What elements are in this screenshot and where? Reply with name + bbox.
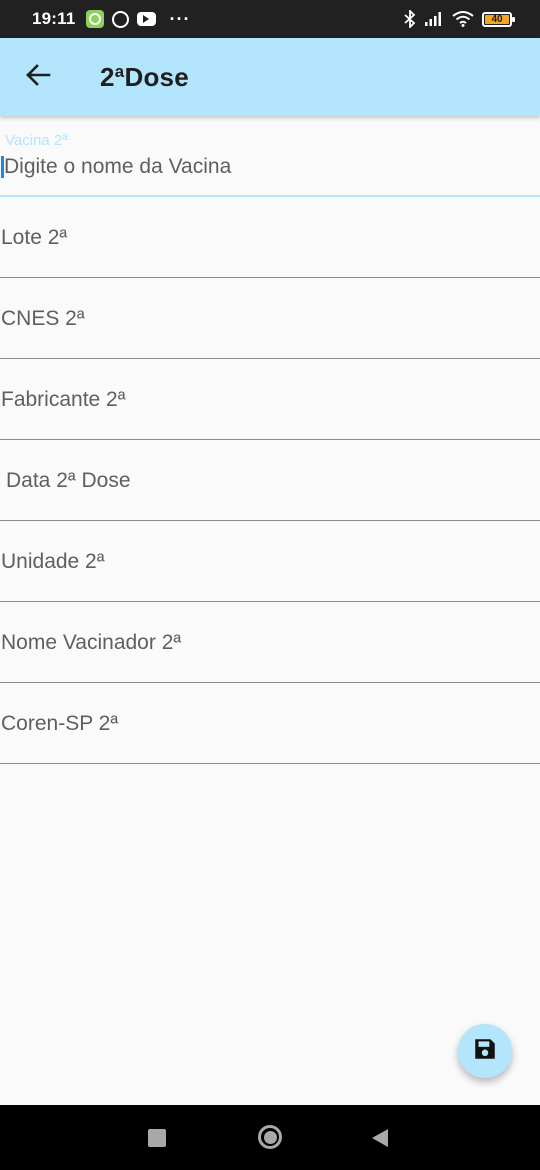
page-title: 2ªDose [100, 61, 189, 92]
manufacturer-field[interactable]: Fabricante 2ª [0, 359, 540, 440]
dose-date-field[interactable]: Data 2ª Dose [0, 440, 540, 521]
home-circle-icon[interactable] [258, 1125, 282, 1149]
dose-date-placeholder: Data 2ª Dose [6, 469, 131, 492]
arrow-left-icon [25, 63, 51, 91]
unit-field[interactable]: Unidade 2ª [0, 521, 540, 602]
cnes-field[interactable]: CNES 2ª [0, 278, 540, 359]
bluetooth-icon [404, 10, 416, 28]
back-triangle-icon[interactable] [372, 1129, 388, 1147]
vaccinator-name-field[interactable]: Nome Vacinador 2ª [0, 602, 540, 683]
app-bar: 2ªDose [0, 38, 540, 116]
whatsapp-icon [111, 10, 129, 28]
status-left: 19:11 ··· [32, 9, 191, 30]
system-nav-bar [0, 1105, 540, 1170]
signal-icon [424, 11, 444, 27]
back-button[interactable] [10, 49, 66, 105]
status-time: 19:11 [32, 9, 76, 28]
battery-icon: 40 [482, 11, 515, 27]
youtube-icon [136, 12, 156, 26]
status-bar: 19:11 ··· 40 [0, 0, 540, 38]
vaccinator-name-placeholder: Nome Vacinador 2ª [1, 631, 182, 654]
vaccine-name-label: Vacina 2ª [5, 132, 68, 149]
status-right: 40 [404, 10, 515, 28]
save-icon [472, 1036, 498, 1067]
batch-placeholder: Lote 2ª [1, 226, 68, 249]
batch-field[interactable]: Lote 2ª [0, 197, 540, 278]
recents-square-icon[interactable] [148, 1129, 166, 1147]
vaccine-form: Vacina 2ª Digite o nome da Vacina Lote 2… [0, 116, 540, 764]
wifi-icon [452, 11, 474, 27]
vaccine-name-field[interactable]: Vacina 2ª Digite o nome da Vacina [0, 116, 540, 197]
battery-level: 40 [491, 13, 503, 25]
save-button[interactable] [458, 1024, 512, 1078]
coren-sp-placeholder: Coren-SP 2ª [1, 712, 119, 735]
cnes-placeholder: CNES 2ª [1, 307, 85, 330]
unit-placeholder: Unidade 2ª [1, 550, 105, 573]
app-notification-icon [85, 10, 104, 28]
more-dots-icon: ··· [169, 8, 191, 29]
coren-sp-field[interactable]: Coren-SP 2ª [0, 683, 540, 764]
vaccine-name-placeholder: Digite o nome da Vacina [4, 155, 232, 178]
manufacturer-placeholder: Fabricante 2ª [1, 388, 126, 411]
